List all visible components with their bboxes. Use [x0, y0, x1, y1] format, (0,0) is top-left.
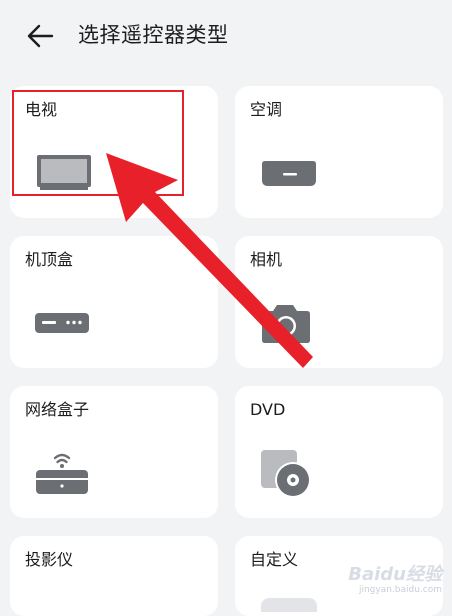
- network-box-icon: [36, 453, 88, 494]
- device-card-custom[interactable]: 自定义: [235, 536, 443, 616]
- device-label-set-top-box: 机顶盒: [25, 250, 74, 269]
- projector-icon: [34, 606, 44, 610]
- arrow-left-icon: [27, 24, 54, 48]
- dvd-icon: [261, 450, 311, 498]
- device-label-custom: 自定义: [250, 550, 299, 569]
- tv-icon: [37, 155, 91, 190]
- app-header: 选择遥控器类型: [0, 0, 452, 72]
- device-label-tv: 电视: [25, 100, 58, 119]
- device-label-projector: 投影仪: [25, 550, 74, 569]
- device-card-dvd[interactable]: DVD: [235, 386, 443, 518]
- device-label-camera: 相机: [250, 250, 283, 269]
- device-card-tv[interactable]: 电视: [10, 86, 218, 218]
- device-label-dvd: DVD: [250, 400, 286, 419]
- back-button[interactable]: [22, 18, 58, 54]
- device-card-projector[interactable]: 投影仪: [10, 536, 218, 616]
- camera-icon: [262, 305, 310, 343]
- device-card-network-box[interactable]: 网络盒子: [10, 386, 218, 518]
- device-card-camera[interactable]: 相机: [235, 236, 443, 368]
- air-conditioner-icon: [262, 161, 316, 186]
- custom-icon: [261, 598, 317, 612]
- device-label-network-box: 网络盒子: [25, 400, 90, 419]
- set-top-box-icon: [35, 313, 89, 333]
- device-card-air-conditioner[interactable]: 空调: [235, 86, 443, 218]
- device-label-air-conditioner: 空调: [250, 100, 283, 119]
- page-title: 选择遥控器类型: [78, 23, 229, 47]
- device-card-set-top-box[interactable]: 机顶盒: [10, 236, 218, 368]
